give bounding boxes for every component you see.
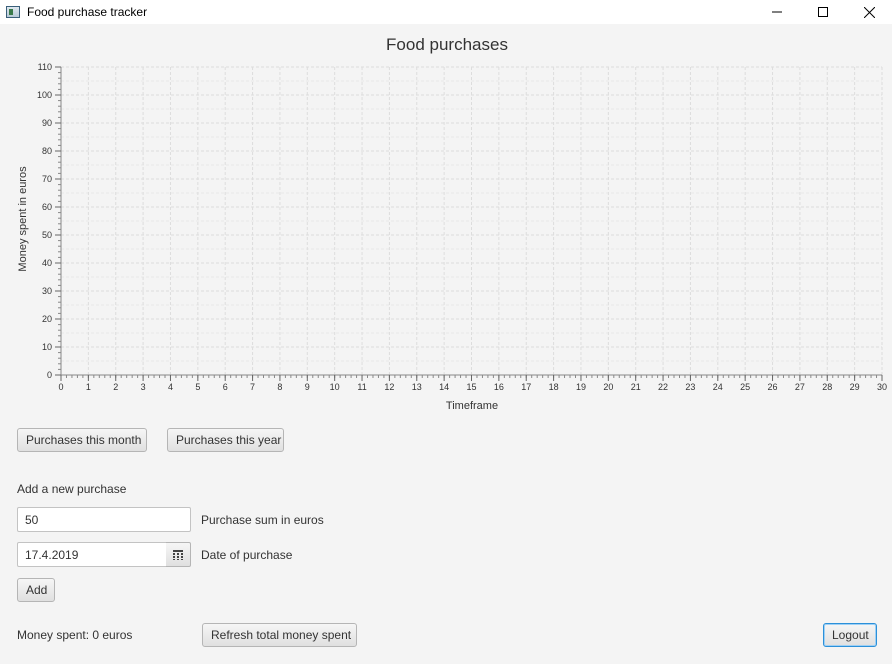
- y-tick-label: 70: [42, 174, 52, 184]
- x-tick-label: 30: [877, 382, 887, 392]
- x-tick-label: 12: [384, 382, 394, 392]
- y-tick-label: 90: [42, 118, 52, 128]
- x-tick-label: 2: [113, 382, 118, 392]
- title-bar: Food purchase tracker: [0, 0, 892, 24]
- y-tick-label: 0: [47, 370, 52, 380]
- x-tick-label: 10: [330, 382, 340, 392]
- x-tick-label: 5: [195, 382, 200, 392]
- x-tick-label: 21: [631, 382, 641, 392]
- y-tick-label: 40: [42, 258, 52, 268]
- chart-axes: [58, 66, 883, 378]
- x-tick-label: 17: [521, 382, 531, 392]
- x-axis-label: Timeframe: [446, 400, 498, 412]
- x-tick-label: 4: [168, 382, 173, 392]
- x-tick-label: 28: [822, 382, 832, 392]
- x-tick-label: 15: [466, 382, 476, 392]
- x-tick-label: 16: [494, 382, 504, 392]
- purchase-sum-input[interactable]: [17, 507, 191, 532]
- x-tick-label: 1: [86, 382, 91, 392]
- y-tick-label: 100: [37, 90, 52, 100]
- purchase-date-label: Date of purchase: [201, 548, 293, 562]
- x-tick-label: 26: [768, 382, 778, 392]
- x-tick-label: 6: [223, 382, 228, 392]
- x-tick-label: 20: [603, 382, 613, 392]
- refresh-total-button[interactable]: Refresh total money spent: [202, 623, 357, 647]
- add-purchase-heading: Add a new purchase: [17, 482, 127, 496]
- y-tick-label: 10: [42, 342, 52, 352]
- y-tick-label: 20: [42, 314, 52, 324]
- minimize-icon[interactable]: [754, 0, 800, 24]
- y-tick-label: 80: [42, 146, 52, 156]
- x-tick-label: 7: [250, 382, 255, 392]
- y-tick-label: 50: [42, 230, 52, 240]
- window-controls: [754, 0, 892, 24]
- x-tick-label: 9: [305, 382, 310, 392]
- y-tick-label: 110: [38, 62, 52, 72]
- y-tick-label: 60: [42, 202, 52, 212]
- purchase-date-input[interactable]: [17, 542, 167, 567]
- purchases-this-month-button[interactable]: Purchases this month: [17, 428, 147, 452]
- x-tick-label: 13: [412, 382, 422, 392]
- x-tick-label: 11: [357, 382, 366, 392]
- x-tick-label: 19: [576, 382, 586, 392]
- close-icon[interactable]: [846, 0, 892, 24]
- x-tick-label: 0: [58, 382, 63, 392]
- app-icon: [6, 6, 20, 18]
- x-tick-label: 27: [795, 382, 805, 392]
- x-tick-label: 22: [658, 382, 668, 392]
- y-axis-ticks: 0 10 20 30 40 50 60 70 80 90 100 110: [37, 62, 61, 380]
- chart-grid: [61, 66, 883, 375]
- x-tick-label: 3: [141, 382, 146, 392]
- x-axis-ticks: 0 1 2 3 4 5 6 7 8 9 10 11 12 13 14 15 16 17 18 19 20 21 22 23 24…: [58, 375, 887, 392]
- x-tick-label: 29: [850, 382, 860, 392]
- purchases-chart: Food purchases Money spent in euros Time…: [17, 35, 887, 412]
- x-tick-label: 25: [740, 382, 750, 392]
- y-tick-label: 30: [42, 286, 52, 296]
- add-button[interactable]: Add: [17, 578, 55, 602]
- window-title: Food purchase tracker: [27, 5, 148, 19]
- maximize-icon[interactable]: [800, 0, 846, 24]
- y-axis-label: Money spent in euros: [17, 166, 29, 272]
- x-tick-label: 18: [549, 382, 559, 392]
- chart-title: Food purchases: [386, 35, 508, 54]
- x-tick-label: 14: [439, 382, 449, 392]
- x-tick-label: 8: [277, 382, 282, 392]
- calendar-icon[interactable]: [166, 542, 191, 567]
- logout-button[interactable]: Logout: [823, 623, 877, 647]
- money-spent-label: Money spent: 0 euros: [17, 628, 133, 642]
- x-tick-label: 23: [685, 382, 695, 392]
- purchases-this-year-button[interactable]: Purchases this year: [167, 428, 284, 452]
- purchase-sum-label: Purchase sum in euros: [201, 513, 324, 527]
- x-tick-label: 24: [713, 382, 723, 392]
